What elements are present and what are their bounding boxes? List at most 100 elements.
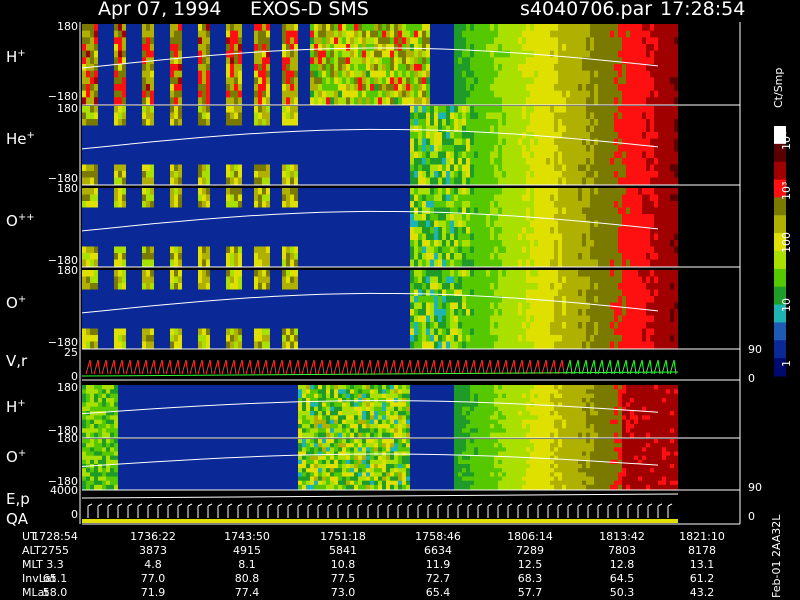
spectrogram-cell <box>338 151 342 159</box>
spectrogram-cell <box>586 44 590 52</box>
spectrogram-cell <box>670 30 674 38</box>
spectrogram-cell <box>90 207 94 215</box>
spectrogram-cell <box>254 227 258 234</box>
spectrogram-cell <box>226 138 230 146</box>
spectrogram-cell <box>646 158 650 165</box>
spectrogram-cell <box>538 57 542 65</box>
spectrogram-cell <box>458 70 462 78</box>
spectrogram-cell <box>138 259 142 267</box>
spectrogram-cell <box>346 177 350 185</box>
spectrogram-cell <box>406 97 410 105</box>
spectrogram-cell <box>614 90 618 98</box>
spectrogram-cell <box>106 233 110 241</box>
spectrogram-cell <box>266 24 270 32</box>
spectrogram-cell <box>266 125 270 133</box>
spectrogram-cell <box>606 125 610 133</box>
spectrogram-cell <box>202 246 206 254</box>
spectrogram-cell <box>366 194 370 202</box>
spectrogram-cell <box>514 164 518 172</box>
spectrogram-cell <box>122 145 126 152</box>
spectrogram-cell <box>106 220 110 228</box>
spectrogram-cell <box>338 164 342 172</box>
spectrogram-cell <box>430 30 434 38</box>
spectrogram-cell <box>138 164 142 172</box>
spectrogram-cell <box>654 70 658 78</box>
spectrogram-cell <box>554 30 558 38</box>
spectrogram-cell <box>202 233 206 241</box>
spectrogram-cell <box>486 64 490 72</box>
spectrogram-cell <box>230 151 234 159</box>
spectrogram-cell <box>390 214 394 221</box>
spectrogram-cell <box>250 44 254 52</box>
spectrogram-cell <box>126 227 130 234</box>
spectrogram-cell <box>210 125 214 133</box>
spectrogram-cell <box>610 30 614 38</box>
spectrogram-cell <box>118 106 122 113</box>
spectrogram-cell <box>338 201 342 208</box>
spectrogram-cell <box>162 227 166 234</box>
spectrogram-cell <box>594 37 598 45</box>
spectrogram-cell <box>342 177 346 185</box>
spectrogram-cell <box>658 158 662 165</box>
spectrogram-cell <box>398 119 402 126</box>
spectrogram-cell <box>218 240 222 247</box>
spectrogram-cell <box>606 145 610 152</box>
spectrogram-cell <box>150 106 154 113</box>
spectrogram-cell <box>478 207 482 215</box>
spectrogram-cell <box>430 84 434 92</box>
spectrogram-cell <box>110 220 114 228</box>
spectrogram-cell <box>290 97 294 105</box>
spectrogram-cell <box>570 50 574 58</box>
spectrogram-cell <box>542 84 546 92</box>
spectrogram-cell <box>122 125 126 133</box>
spectrogram-cell <box>538 112 542 120</box>
spectrogram-cell <box>502 158 506 165</box>
spectrogram-cell <box>146 112 150 120</box>
spectrogram-cell <box>614 151 618 159</box>
spectrogram-cell <box>118 90 122 98</box>
spectrogram-cell <box>330 84 334 92</box>
spectrogram-cell <box>518 145 522 152</box>
spectrogram-cell <box>638 37 642 45</box>
spectrogram-cell <box>622 119 626 126</box>
spectrogram-cell <box>118 132 122 139</box>
spectrogram-cell <box>542 97 546 105</box>
spectrogram-cell <box>206 138 210 146</box>
spectrogram-cell <box>294 106 298 113</box>
spectrogram-cell <box>354 259 358 267</box>
spectrogram-cell <box>454 214 458 221</box>
spectrogram-cell <box>430 151 434 159</box>
spectrogram-cell <box>298 246 302 254</box>
spectrogram-cell <box>82 70 86 78</box>
spectrogram-cell <box>174 207 178 215</box>
spectrogram-cell <box>282 240 286 247</box>
spectrogram-cell <box>258 125 262 133</box>
spectrogram-cell <box>318 259 322 267</box>
spectrogram-cell <box>154 214 158 221</box>
spectrogram-cell <box>154 240 158 247</box>
spectrogram-cell <box>446 253 450 260</box>
spectrogram-cell <box>418 171 422 178</box>
spectrogram-cell <box>202 171 206 178</box>
spectrogram-cell <box>162 246 166 254</box>
spectrogram-cell <box>258 158 262 165</box>
spectrogram-cell <box>218 188 222 195</box>
spectrogram-cell <box>546 158 550 165</box>
spectrogram-cell <box>658 164 662 172</box>
spectrogram-cell <box>386 119 390 126</box>
spectrogram-cell <box>278 201 282 208</box>
spectrogram-cell <box>394 77 398 85</box>
spectrogram-cell <box>510 119 514 126</box>
spectrogram-cell <box>286 84 290 92</box>
spectrogram-cell <box>450 246 454 254</box>
spectrogram-cell <box>470 220 474 228</box>
spectrogram-cell <box>410 233 414 241</box>
spectrogram-cell <box>250 119 254 126</box>
spectrogram-cell <box>346 24 350 32</box>
spectrogram-cell <box>466 37 470 45</box>
spectrogram-cell <box>318 70 322 78</box>
spectrogram-cell <box>346 253 350 260</box>
spectrogram-cell <box>578 164 582 172</box>
spectrogram-cell <box>370 64 374 72</box>
spectrogram-cell <box>534 84 538 92</box>
